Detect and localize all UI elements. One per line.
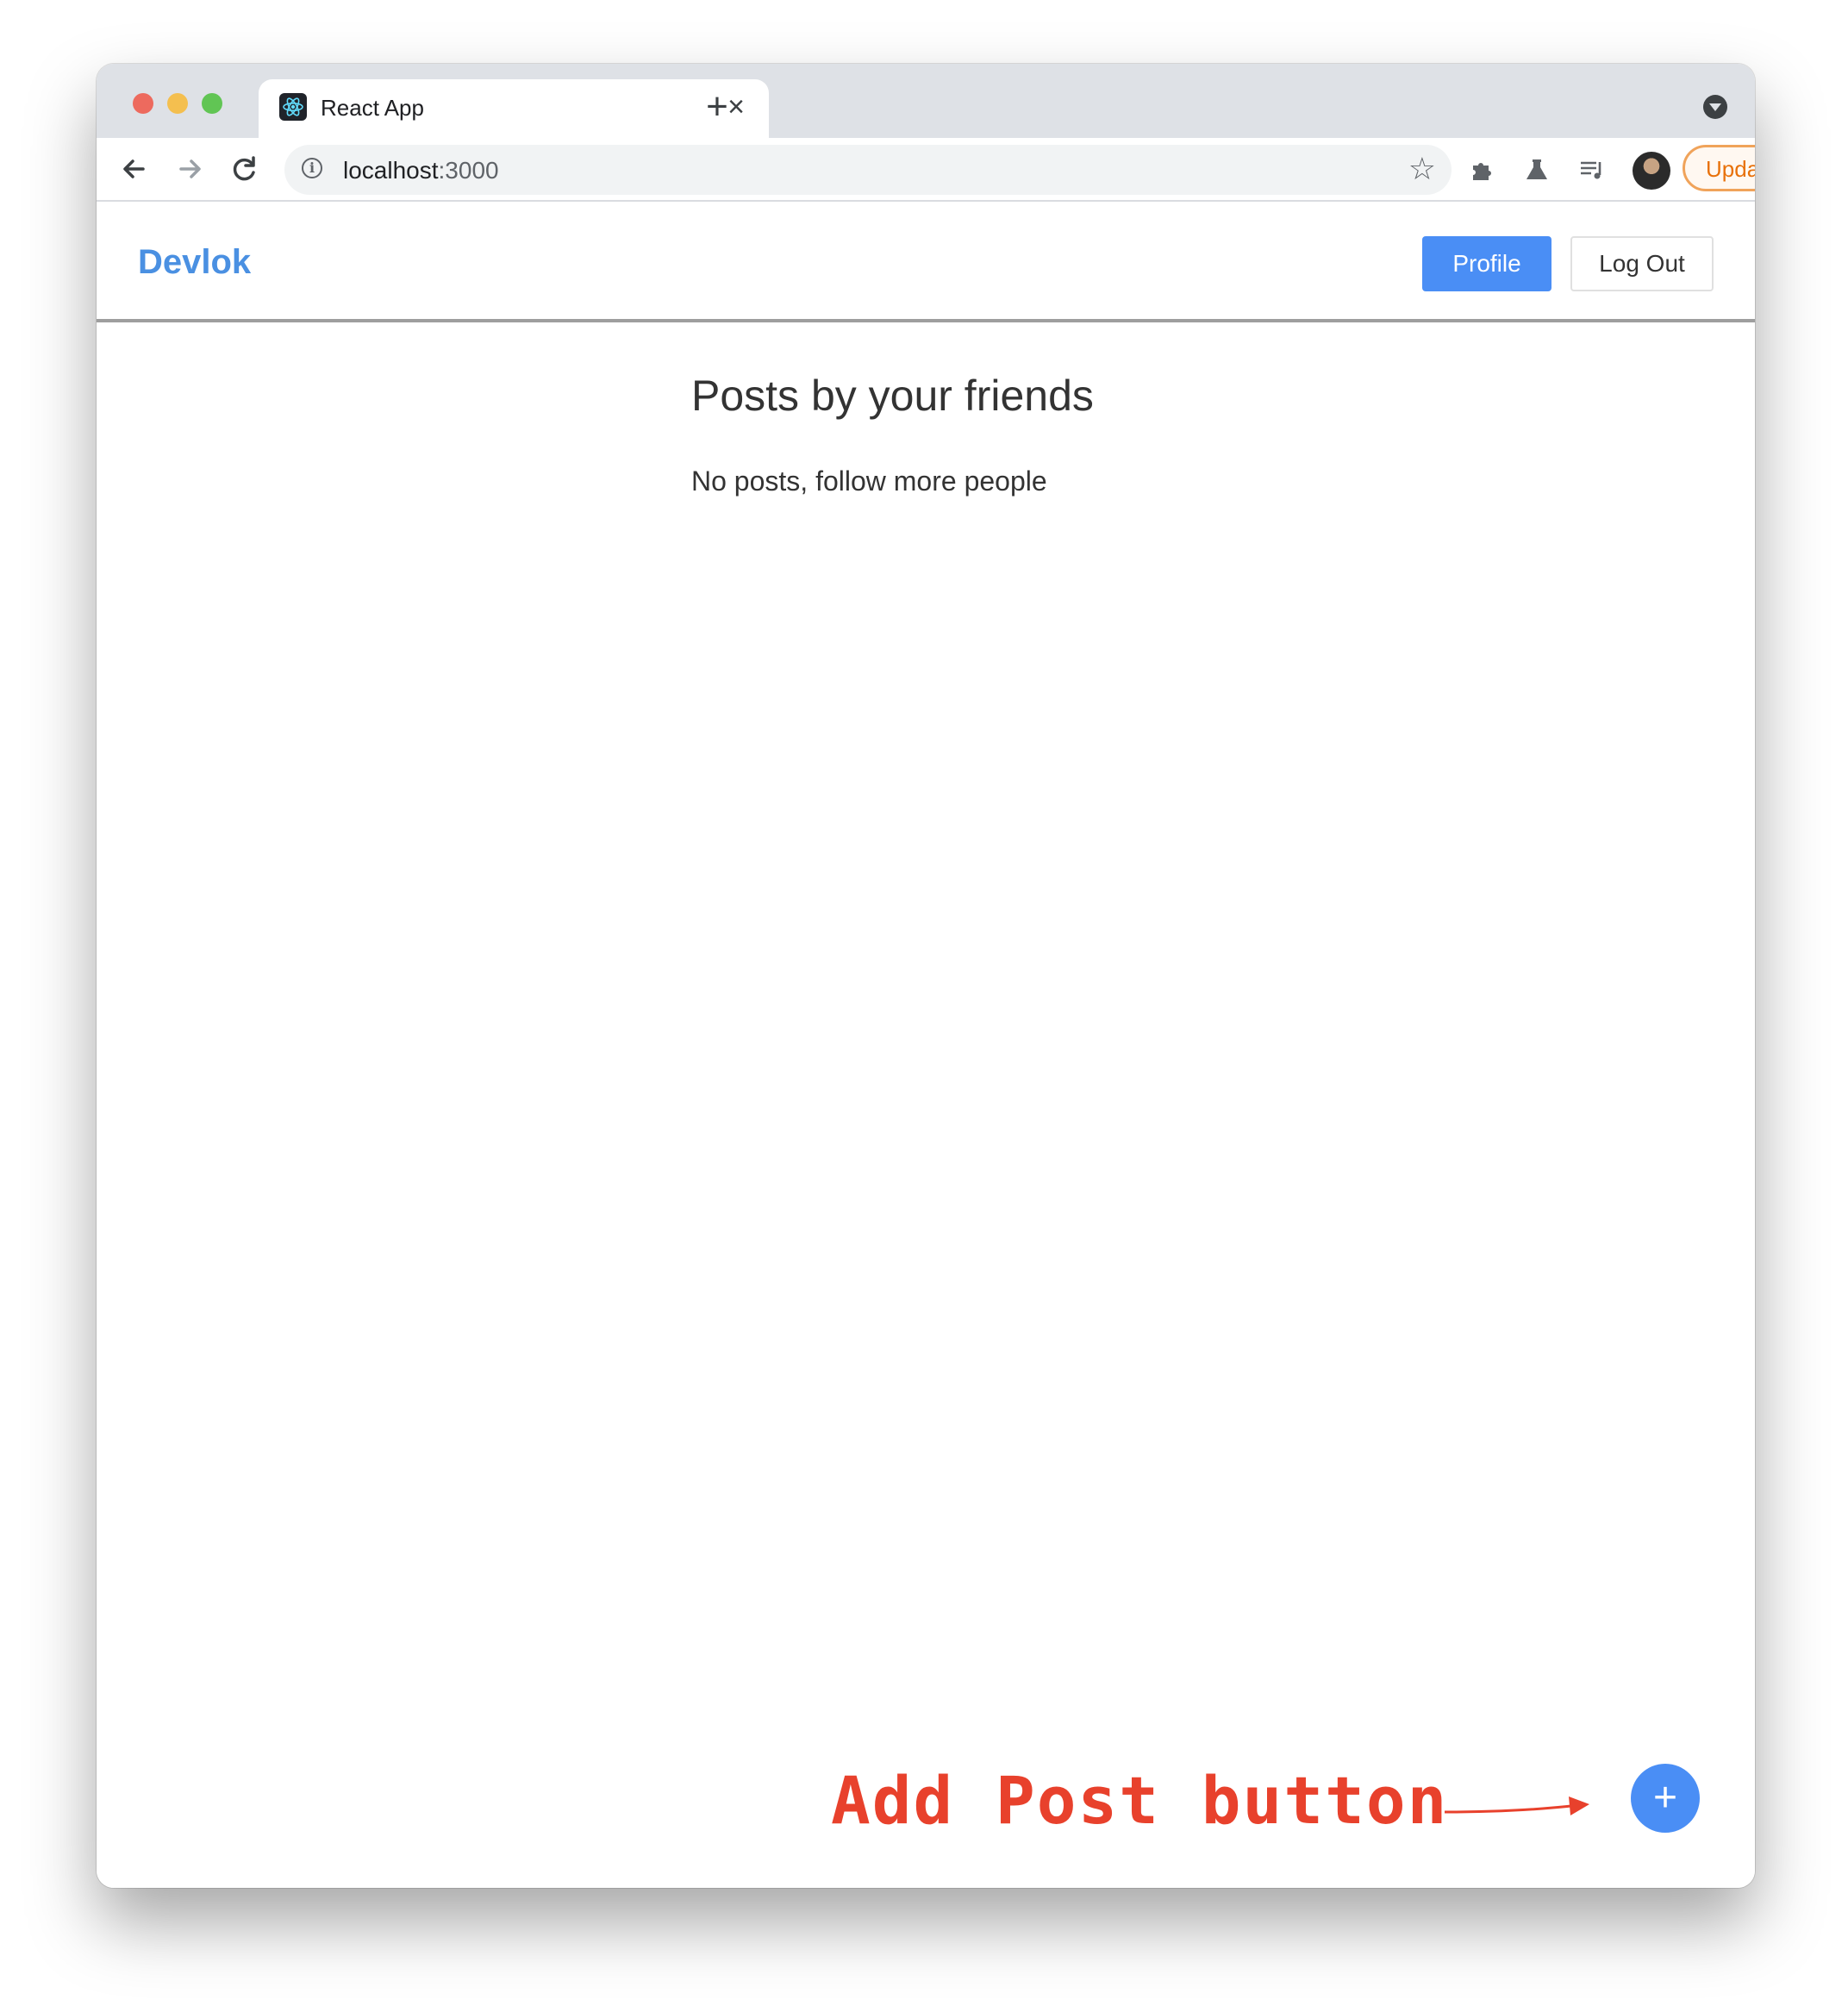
page-content: Devlok Profile Log Out Posts by your fri… — [97, 202, 1755, 1888]
address-bar[interactable]: i localhost:3000 ☆ — [284, 145, 1452, 195]
browser-toolbar: i localhost:3000 ☆ Update ⋮ — [97, 138, 1755, 202]
arrow-right-icon[interactable] — [169, 148, 210, 190]
close-window-button[interactable] — [133, 93, 153, 114]
update-label: Update — [1706, 156, 1755, 182]
app-navbar: Devlok Profile Log Out — [97, 202, 1755, 322]
brand-logo[interactable]: Devlok — [138, 243, 251, 282]
annotation-arrow-icon — [1444, 1796, 1589, 1815]
flask-icon[interactable] — [1522, 155, 1551, 184]
arrow-left-icon[interactable] — [114, 148, 155, 190]
feed-title: Posts by your friends — [691, 372, 1094, 420]
tab-search-icon[interactable] — [1703, 95, 1727, 119]
minimize-window-button[interactable] — [167, 93, 188, 114]
maximize-window-button[interactable] — [202, 93, 222, 114]
puzzle-icon[interactable] — [1467, 155, 1496, 184]
tab-strip: React App × + — [97, 64, 1755, 138]
star-icon[interactable]: ☆ — [1408, 152, 1436, 186]
new-tab-button[interactable]: + — [691, 81, 743, 133]
annotation-label: Add Post button — [831, 1762, 1449, 1839]
profile-avatar[interactable] — [1633, 152, 1670, 190]
url-text: localhost:3000 — [343, 157, 499, 184]
info-icon[interactable]: i — [302, 158, 322, 178]
react-favicon-icon — [279, 93, 307, 121]
update-button[interactable]: Update ⋮ — [1683, 145, 1755, 191]
add-post-button[interactable]: + — [1631, 1764, 1700, 1833]
profile-button[interactable]: Profile — [1422, 236, 1551, 291]
logout-button[interactable]: Log Out — [1570, 236, 1714, 291]
reload-icon[interactable] — [224, 148, 265, 190]
media-control-icon[interactable] — [1577, 155, 1607, 184]
browser-window: React App × + i localhost:3000 ☆ Upda De… — [97, 64, 1755, 1888]
tab-title: React App — [321, 95, 424, 121]
empty-feed-message: No posts, follow more people — [691, 466, 1047, 497]
